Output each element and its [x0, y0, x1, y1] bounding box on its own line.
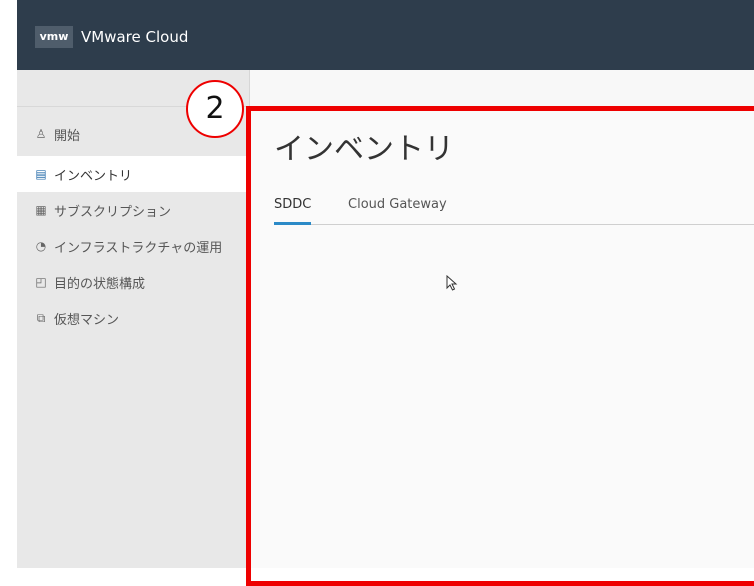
sidebar-item-label: インフラストラクチャの運用	[54, 240, 223, 256]
user-icon: ♙	[35, 127, 47, 141]
sidebar-item-infrastructure-operations[interactable]: ◔ インフラストラクチャの運用	[17, 228, 249, 264]
sidebar-item-subscriptions[interactable]: ▦ サブスクリプション	[17, 192, 249, 228]
inventory-icon: ▤	[35, 167, 47, 181]
sidebar-item-inventory[interactable]: ▤ インベントリ	[17, 156, 249, 192]
app-title: VMware Cloud	[81, 28, 189, 46]
sidebar-item-desired-state[interactable]: ◰ 目的の状態構成	[17, 264, 249, 300]
sidebar-item-label: 目的の状態構成	[54, 276, 146, 292]
top-header: vmw VMware Cloud	[17, 0, 754, 70]
sidebar-item-label: 仮想マシン	[54, 312, 120, 328]
sidebar-item-label: インベントリ	[54, 168, 133, 184]
config-icon: ◰	[35, 275, 47, 289]
vmware-logo[interactable]: vmw	[35, 26, 73, 48]
calendar-icon: ▦	[35, 203, 47, 217]
sidebar-item-label: サブスクリプション	[54, 204, 172, 220]
sidebar-item-virtual-machines[interactable]: ⧉ 仮想マシン	[17, 300, 249, 336]
mouse-cursor-icon	[446, 275, 458, 291]
tab-bar: SDDC Cloud Gateway	[274, 192, 754, 225]
sidebar: ♙ 開始 ▤ インベントリ ▦ サブスクリプション ◔ インフラストラクチャの運…	[17, 70, 250, 568]
page-title: インベントリ	[274, 132, 454, 167]
sidebar-item-label: 開始	[54, 128, 81, 144]
step-number-badge: 2	[186, 80, 244, 138]
gauge-icon: ◔	[35, 239, 47, 253]
main-content: インベントリ SDDC Cloud Gateway	[250, 70, 754, 568]
tab-cloud-gateway[interactable]: Cloud Gateway	[348, 192, 447, 224]
vm-icon: ⧉	[36, 310, 46, 325]
tab-sddc[interactable]: SDDC	[274, 192, 312, 225]
main-top-strip	[250, 70, 754, 106]
app-window: vmw VMware Cloud ♙ 開始 ▤ インベントリ ▦ サブスクリプシ…	[17, 0, 754, 568]
